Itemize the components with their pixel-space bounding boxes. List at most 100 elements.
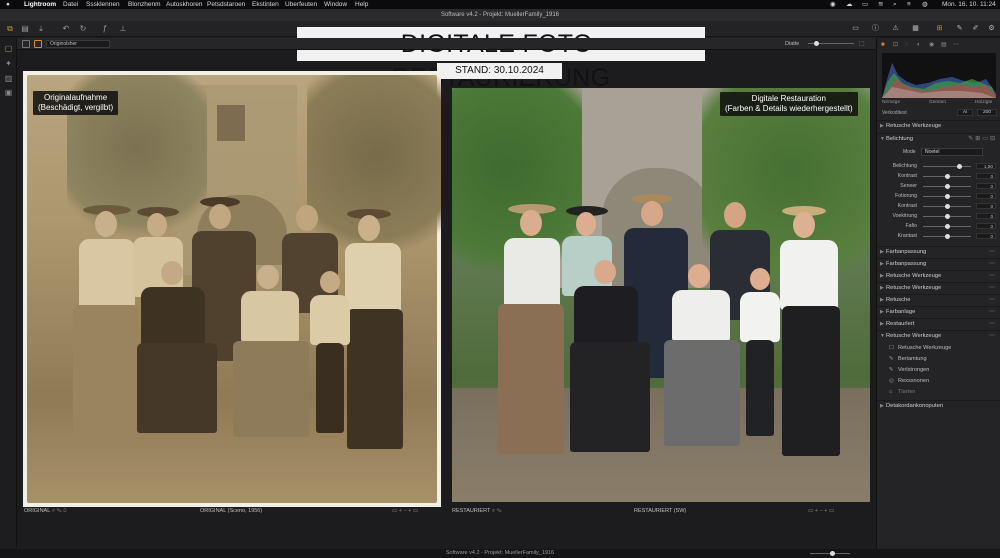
slider-knob[interactable] <box>944 213 950 219</box>
section-color-adjust-2[interactable]: ▶ Farbanpassung ⋯ <box>877 258 1000 269</box>
original-photo-frame[interactable]: Originalaufnahme (Beschädigt, vergilbt) <box>23 71 441 507</box>
restored-footer-icons[interactable]: ⌕ ✎ <box>492 508 502 515</box>
panel-tab-redeye-icon[interactable]: ◉ <box>929 42 934 49</box>
eyedropper-icon[interactable]: ✐ <box>970 24 981 34</box>
layers-icon[interactable]: ▣ <box>3 87 14 98</box>
control-center-icon[interactable]: ≡ <box>907 0 911 9</box>
slider-knob[interactable] <box>944 233 950 239</box>
section-more-icon[interactable]: ⋯ <box>989 295 997 306</box>
slider-row-5[interactable]: Voekitrung 0 <box>877 212 1000 220</box>
section-more-icon[interactable]: ⋯ <box>989 307 997 318</box>
search-icon[interactable]: ⌕ <box>893 0 897 9</box>
menu-item-4[interactable]: Autoskhoren <box>166 0 203 9</box>
view-zoom-knob[interactable] <box>814 41 819 46</box>
menu-clock[interactable]: Mon. 16. 10. 11:24 <box>942 0 996 9</box>
slider-track[interactable] <box>923 165 971 167</box>
info-icon[interactable]: ⓘ <box>870 24 881 34</box>
section-retouch-tools-open[interactable]: ▼ Retusche Werkzeuge ⋯ <box>877 330 1000 341</box>
layout-icon[interactable]: ⊞ <box>934 24 945 34</box>
section-retouch[interactable]: ▶ Retusche ⋯ <box>877 294 1000 305</box>
slider-value[interactable]: 0 <box>976 213 996 219</box>
panel-tab-more-icon[interactable]: ⋯ <box>953 42 959 49</box>
tool-item-4[interactable]: ◎ Rexssnonen <box>889 376 929 386</box>
source-selector[interactable]: Originolsher <box>46 40 110 48</box>
slider-row-4[interactable]: Kontrast 0 <box>877 202 1000 210</box>
export-icon[interactable]: ⤓ <box>36 24 46 34</box>
section-retouch-tools-3[interactable]: ▶ Retusche Werkzeuge ⋯ <box>877 282 1000 293</box>
original-footer-icons[interactable]: ⌕ ✎ ⊙ <box>52 508 67 515</box>
restored-zoom-controls[interactable]: ▭ + − + ▭ <box>808 508 834 515</box>
slider-value[interactable]: 0 <box>976 223 996 229</box>
section-tool-icons[interactable]: ✎⊞▭⊟ <box>968 134 997 145</box>
undo-icon[interactable]: ↶ <box>61 24 71 34</box>
slider-value[interactable]: 0 <box>976 173 996 179</box>
menu-item-3[interactable]: Blonzhenm <box>128 0 161 9</box>
panel-tab-mask-icon[interactable]: ◐ <box>917 42 921 49</box>
panel-tab-presets-icon[interactable]: ▤ <box>941 42 947 49</box>
slider-row-2[interactable]: Seneer 0 <box>877 182 1000 190</box>
section-retouch-tools[interactable]: ▶ Retusche Werkzeuge <box>877 120 1000 131</box>
tool-item-3[interactable]: ✎ Verlstrongen <box>889 365 929 375</box>
restored-photo[interactable]: Digitale Restauration (Farben & Details … <box>452 88 870 502</box>
section-more-icon[interactable]: ⋯ <box>989 319 997 330</box>
rotate-icon[interactable]: ↻ <box>78 24 88 34</box>
level-icon[interactable]: ⊥ <box>118 24 128 34</box>
tool-item-retouch[interactable]: ☐ Retusche Werkzeuge <box>889 343 951 353</box>
slider-row-0[interactable]: Belichtung 1,50 <box>877 162 1000 170</box>
original-photo[interactable]: Originalaufnahme (Beschädigt, vergilbt) <box>27 75 441 503</box>
menu-item-window[interactable]: Window <box>324 0 347 9</box>
settings-icon[interactable]: ⚙ <box>986 24 997 34</box>
panel-tab-develop-icon[interactable]: ■ <box>881 42 885 49</box>
wifi-icon[interactable]: ≋ <box>878 0 883 9</box>
slider-knob[interactable] <box>944 173 950 179</box>
section-detail-contrast[interactable]: ▶ Detakordankonoputen <box>877 400 1000 411</box>
section-more-icon[interactable]: ⋯ <box>989 283 997 294</box>
slider-knob[interactable] <box>944 223 950 229</box>
folder-icon[interactable]: ▤ <box>20 24 30 34</box>
section-restored[interactable]: ▶ Restaurlert ⋯ <box>877 318 1000 329</box>
compare-icon[interactable]: ▭ <box>850 24 861 34</box>
section-exposure[interactable]: ▼ Belichtung ✎⊞▭⊟ <box>877 133 1000 144</box>
panel-tab-crop-icon[interactable]: ⊡ <box>893 42 898 49</box>
readout-a-field[interactable]: Ai <box>957 109 973 116</box>
battery-icon[interactable]: ▭ <box>862 0 868 9</box>
slider-value[interactable]: 1,50 <box>976 163 996 169</box>
slider-value[interactable]: 0 <box>976 193 996 199</box>
slider-knob[interactable] <box>944 193 950 199</box>
slider-knob[interactable] <box>944 183 950 189</box>
section-more-icon[interactable]: ⋯ <box>989 271 997 282</box>
section-color-layer[interactable]: ▶ Farbanlage ⋯ <box>877 306 1000 317</box>
slider-value[interactable]: 0 <box>976 183 996 189</box>
siri-icon[interactable]: ◍ <box>922 0 928 9</box>
warning-icon[interactable]: ⚠ <box>890 24 901 34</box>
slider-row-3[interactable]: Fotiorung 0 <box>877 192 1000 200</box>
menu-item-6[interactable]: Ekstinten <box>252 0 279 9</box>
slider-value[interactable]: 0 <box>976 203 996 209</box>
brush-icon[interactable]: ✎ <box>954 24 965 34</box>
status-zoom-knob[interactable] <box>830 551 835 556</box>
library-icon[interactable]: ▢ <box>3 43 14 54</box>
section-more-icon[interactable]: ⋯ <box>989 331 997 342</box>
panel-tab-heal-icon[interactable]: ◌ <box>905 42 909 49</box>
slider-knob[interactable] <box>944 203 950 209</box>
section-color-adjust-1[interactable]: ▶ Farbanpassung ⋯ <box>877 246 1000 257</box>
menu-app-name[interactable]: Lightroom <box>24 0 56 9</box>
develop-icon[interactable]: ✦ <box>3 58 14 69</box>
menu-item-help[interactable]: Help <box>355 0 368 9</box>
histogram-icon[interactable]: ▥ <box>3 73 14 84</box>
menu-item-5[interactable]: Petsdstaroen <box>207 0 245 9</box>
readout-b-field[interactable]: 200 <box>977 109 997 116</box>
slider-row-7[interactable]: Krantast 0 <box>877 232 1000 240</box>
menu-item-2[interactable]: Sssklennen <box>86 0 120 9</box>
section-retouch-tools-2[interactable]: ▶ Retusche Werkzeuge ⋯ <box>877 270 1000 281</box>
tool-item-2[interactable]: ✎ Beriamtung <box>889 354 927 364</box>
section-more-icon[interactable]: ⋯ <box>989 247 997 258</box>
slider-row-1[interactable]: Kontrast 0 <box>877 172 1000 180</box>
record-icon[interactable]: ◉ <box>830 0 836 9</box>
tool-item-5[interactable]: ⌂ Tlarten <box>889 387 915 397</box>
cloud-icon[interactable]: ☁ <box>846 0 853 9</box>
slider-knob[interactable] <box>956 163 962 169</box>
split-view-icon[interactable] <box>34 40 42 48</box>
apple-icon[interactable]: ● <box>6 0 10 9</box>
function-icon[interactable]: ƒ <box>100 24 110 34</box>
